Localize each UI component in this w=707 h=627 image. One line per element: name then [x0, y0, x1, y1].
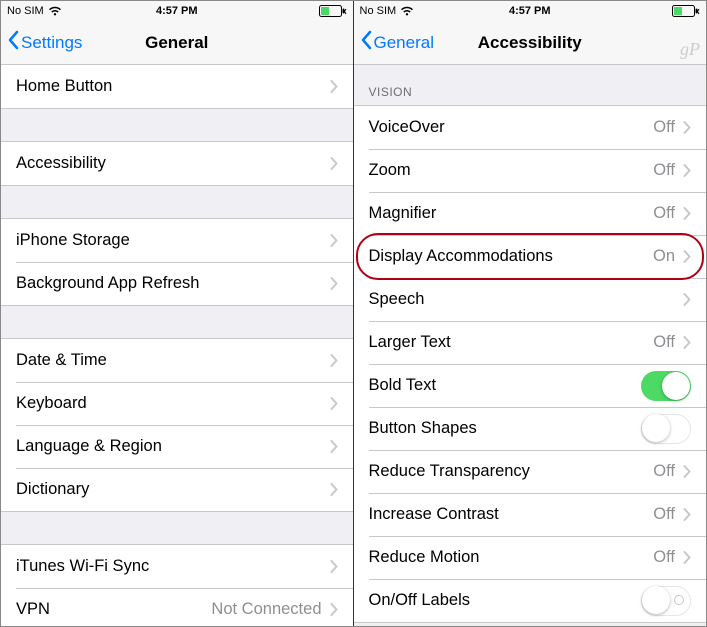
settings-group: iTunes Wi-Fi Sync VPN Not Connected — [1, 544, 353, 626]
chevron-left-icon — [360, 30, 372, 55]
chevron-right-icon — [683, 551, 691, 564]
settings-row[interactable]: Speech — [354, 278, 707, 321]
row-detail: Off — [653, 161, 675, 180]
settings-row[interactable]: Zoom Off — [354, 149, 707, 192]
settings-row[interactable]: Magnifier Off — [354, 192, 707, 235]
row-label: iTunes Wi-Fi Sync — [16, 557, 149, 576]
chevron-right-icon — [683, 250, 691, 263]
settings-row[interactable]: iTunes Wi-Fi Sync — [1, 545, 353, 588]
settings-row[interactable]: Bold Text — [354, 364, 707, 407]
settings-row[interactable]: Date & Time — [1, 339, 353, 382]
status-time: 4:57 PM — [1, 5, 353, 17]
row-detail: Off — [653, 462, 675, 481]
settings-list: Home Button Accessibility iPhone Storage Ba… — [1, 65, 353, 626]
settings-row[interactable]: VPN Not Connected — [1, 588, 353, 626]
vision-group: VoiceOver Off Zoom Off Magnifier Off Display A… — [354, 105, 707, 623]
row-label: Zoom — [369, 161, 411, 180]
chevron-right-icon — [330, 277, 338, 290]
settings-group: Home Button — [1, 65, 353, 109]
chevron-right-icon — [683, 121, 691, 134]
row-label: Button Shapes — [369, 419, 477, 438]
row-label: Display Accommodations — [369, 247, 553, 266]
settings-group: Date & Time Keyboard Language & Region Dict… — [1, 338, 353, 512]
row-detail: On — [653, 247, 675, 266]
row-label: VPN — [16, 600, 50, 619]
settings-row[interactable]: Increase Contrast Off — [354, 493, 707, 536]
row-detail: Off — [653, 204, 675, 223]
row-detail: Off — [653, 548, 675, 567]
status-time: 4:57 PM — [354, 5, 707, 17]
chevron-right-icon — [683, 465, 691, 478]
row-label: Speech — [369, 290, 425, 309]
row-label: Date & Time — [16, 351, 107, 370]
chevron-right-icon — [330, 603, 338, 616]
chevron-right-icon — [330, 234, 338, 247]
settings-row[interactable]: VoiceOver Off — [354, 106, 707, 149]
row-label: VoiceOver — [369, 118, 445, 137]
chevron-right-icon — [330, 354, 338, 367]
chevron-right-icon — [683, 164, 691, 177]
back-button[interactable]: Settings — [1, 30, 82, 55]
chevron-right-icon — [330, 440, 338, 453]
general-settings-pane: No SIM 4:57 PM Settings General Home B — [1, 1, 354, 626]
nav-bar: Settings General — [1, 21, 353, 65]
row-label: Background App Refresh — [16, 274, 199, 293]
row-detail: Off — [653, 505, 675, 524]
settings-row[interactable]: Language & Region — [1, 425, 353, 468]
row-detail: Not Connected — [211, 600, 321, 619]
settings-group: Accessibility — [1, 141, 353, 186]
settings-row[interactable]: Larger Text Off — [354, 321, 707, 364]
chevron-right-icon — [330, 157, 338, 170]
row-label: iPhone Storage — [16, 231, 130, 250]
watermark: gP — [680, 39, 700, 60]
settings-row[interactable]: iPhone Storage — [1, 219, 353, 262]
row-label: Larger Text — [369, 333, 451, 352]
status-bar: No SIM 4:57 PM — [1, 1, 353, 21]
settings-row[interactable]: Background App Refresh — [1, 262, 353, 305]
row-detail: Off — [653, 118, 675, 137]
row-label: Bold Text — [369, 376, 437, 395]
row-label: Home Button — [16, 77, 112, 96]
row-label: Reduce Transparency — [369, 462, 530, 481]
status-bar: No SIM 4:57 PM — [354, 1, 707, 21]
row-label: Accessibility — [16, 154, 106, 173]
chevron-right-icon — [330, 397, 338, 410]
back-label: Settings — [21, 33, 82, 53]
accessibility-settings-pane: No SIM 4:57 PM General Accessibility gP — [354, 1, 707, 626]
settings-row[interactable]: Keyboard — [1, 382, 353, 425]
toggle-switch[interactable] — [641, 371, 691, 401]
chevron-right-icon — [683, 293, 691, 306]
back-button[interactable]: General — [354, 30, 434, 55]
chevron-right-icon — [330, 80, 338, 93]
chevron-right-icon — [330, 560, 338, 573]
row-label: Reduce Motion — [369, 548, 480, 567]
chevron-right-icon — [683, 336, 691, 349]
row-detail: Off — [653, 333, 675, 352]
row-label: Magnifier — [369, 204, 437, 223]
row-label: Language & Region — [16, 437, 162, 456]
settings-row[interactable]: Reduce Motion Off — [354, 536, 707, 579]
chevron-left-icon — [7, 30, 19, 55]
nav-bar: General Accessibility gP — [354, 21, 707, 65]
chevron-right-icon — [683, 207, 691, 220]
settings-row[interactable]: Accessibility — [1, 142, 353, 185]
settings-row[interactable]: Button Shapes — [354, 407, 707, 450]
row-label: Increase Contrast — [369, 505, 499, 524]
chevron-right-icon — [330, 483, 338, 496]
settings-row[interactable]: On/Off Labels — [354, 579, 707, 622]
section-header-vision: VISION — [354, 65, 707, 105]
chevron-right-icon — [683, 508, 691, 521]
settings-group: iPhone Storage Background App Refresh — [1, 218, 353, 306]
settings-row[interactable]: Home Button — [1, 65, 353, 108]
settings-row[interactable]: Dictionary — [1, 468, 353, 511]
toggle-switch[interactable] — [641, 414, 691, 444]
row-label: Keyboard — [16, 394, 87, 413]
back-label: General — [374, 33, 434, 53]
row-label: Dictionary — [16, 480, 89, 499]
settings-row[interactable]: Display Accommodations On — [354, 235, 707, 278]
toggle-switch[interactable] — [641, 586, 691, 616]
row-label: On/Off Labels — [369, 591, 471, 610]
settings-row[interactable]: Reduce Transparency Off — [354, 450, 707, 493]
